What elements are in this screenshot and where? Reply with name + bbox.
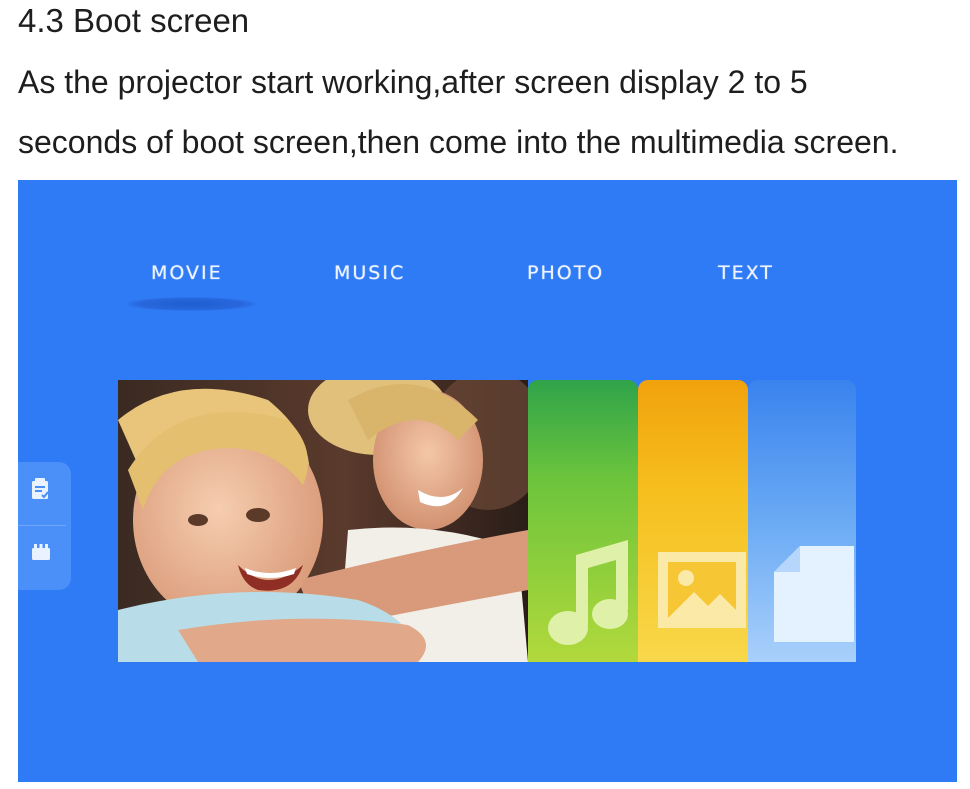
document-icon [770,542,856,647]
side-panel-divider [18,525,66,526]
music-card[interactable] [528,380,638,662]
music-note-icon [546,540,630,655]
multimedia-screen: MOVIE MUSIC PHOTO TEXT [18,180,957,782]
page-heading: 4.3 Boot screen [18,2,250,39]
side-panel [18,462,71,590]
storage-icon[interactable] [31,542,51,567]
tab-photo[interactable]: PHOTO [527,262,604,284]
text-card[interactable] [748,380,856,662]
paragraph-line-1: As the projector start working,after scr… [18,64,808,100]
notes-icon[interactable] [31,478,51,507]
tab-movie[interactable]: MOVIE [151,262,223,284]
paragraph-line-2: seconds of boot screen,then come into th… [18,124,899,160]
tab-music[interactable]: MUSIC [334,262,405,284]
family-photo [118,380,528,662]
selected-tab-indicator [126,297,256,311]
picture-icon [656,550,748,635]
media-carousel [118,380,856,662]
movie-photo-card[interactable] [118,380,528,662]
tab-text[interactable]: TEXT [718,262,774,284]
photo-card[interactable] [638,380,748,662]
